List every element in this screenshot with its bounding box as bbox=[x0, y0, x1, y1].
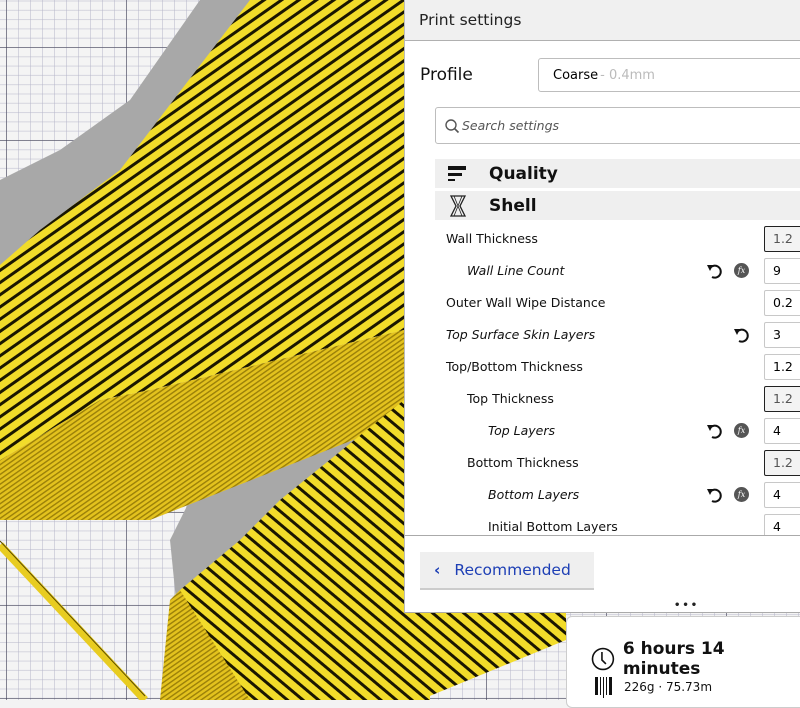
reset-icon[interactable] bbox=[706, 262, 724, 280]
function-icon[interactable]: fx bbox=[734, 487, 749, 502]
setting-value-input[interactable]: 1.2 bbox=[764, 226, 800, 252]
profile-row: Profile Coarse - 0.4mm bbox=[405, 56, 800, 96]
chevron-left-icon: ‹ bbox=[434, 561, 441, 579]
category-label: Shell bbox=[489, 195, 537, 216]
setting-row: Top Thickness 1.2 bbox=[405, 383, 800, 415]
print-summary[interactable]: 6 hours 14 minutes 226g · 75.73m bbox=[566, 616, 800, 708]
setting-label: Wall Line Count bbox=[467, 263, 565, 278]
profile-select[interactable]: Coarse - 0.4mm bbox=[538, 58, 800, 92]
spool-icon bbox=[595, 677, 612, 698]
profile-sub: - 0.4mm bbox=[600, 67, 655, 83]
clock-icon bbox=[591, 647, 615, 671]
setting-label: Bottom Thickness bbox=[467, 455, 579, 470]
profile-value: Coarse bbox=[553, 67, 599, 83]
setting-row: Top Surface Skin Layers 3 bbox=[405, 319, 800, 351]
setting-row: Bottom Layers fx 4 bbox=[405, 479, 800, 511]
setting-value-input[interactable]: 1.2 bbox=[764, 450, 800, 476]
setting-label: Top/Bottom Thickness bbox=[446, 359, 583, 374]
recommended-label: Recommended bbox=[454, 561, 571, 579]
recommended-button[interactable]: ‹ Recommended bbox=[420, 552, 594, 590]
setting-value-input[interactable]: 9 bbox=[764, 258, 800, 284]
category-shell[interactable]: Shell bbox=[435, 191, 800, 220]
setting-value-input[interactable]: 4 bbox=[764, 482, 800, 508]
shell-icon bbox=[447, 194, 469, 217]
setting-row: Initial Bottom Layers 4 bbox=[405, 511, 800, 535]
setting-value-input[interactable]: 1.2 bbox=[764, 354, 800, 380]
setting-label: Top Surface Skin Layers bbox=[446, 327, 596, 342]
setting-row: Top Layers fx 4 bbox=[405, 415, 800, 447]
panel-header[interactable]: Print settings bbox=[405, 0, 800, 41]
function-icon[interactable]: fx bbox=[734, 263, 749, 278]
setting-row: Wall Line Count fx 9 bbox=[405, 255, 800, 287]
reset-icon[interactable] bbox=[706, 422, 724, 440]
setting-label: Bottom Layers bbox=[488, 487, 580, 502]
setting-label: Initial Bottom Layers bbox=[488, 519, 618, 534]
setting-label: Wall Thickness bbox=[446, 231, 538, 246]
category-quality[interactable]: Quality bbox=[435, 159, 800, 188]
material-text: 226g · 75.73m bbox=[624, 680, 713, 694]
setting-row: Wall Thickness 1.2 bbox=[405, 223, 800, 255]
reset-icon[interactable] bbox=[733, 326, 751, 344]
setting-value-input[interactable]: 3 bbox=[764, 322, 800, 348]
filament-line bbox=[0, 542, 148, 700]
setting-value-input[interactable]: 4 bbox=[764, 418, 800, 444]
print-time-text: 6 hours 14 minutes bbox=[622, 639, 725, 679]
search-icon bbox=[445, 118, 460, 133]
material-usage: 226g · 75.73m bbox=[594, 676, 712, 698]
setting-label: Top Layers bbox=[488, 423, 556, 438]
quality-icon bbox=[447, 163, 469, 185]
setting-value-input[interactable]: 4 bbox=[764, 514, 800, 535]
setting-row: Bottom Thickness 1.2 bbox=[405, 447, 800, 479]
panel-resize-handle[interactable]: ••• bbox=[674, 601, 699, 611]
category-label: Quality bbox=[489, 163, 558, 184]
setting-value-input[interactable]: 0.2 bbox=[764, 290, 800, 316]
profile-label: Profile bbox=[420, 65, 473, 85]
reset-icon[interactable] bbox=[706, 486, 724, 504]
setting-row: Top/Bottom Thickness 1.2 bbox=[405, 351, 800, 383]
search-input[interactable]: Search settings bbox=[435, 107, 800, 144]
function-icon[interactable]: fx bbox=[734, 423, 749, 438]
setting-value-input[interactable]: 1.2 bbox=[764, 386, 800, 412]
panel-title: Print settings bbox=[419, 11, 522, 29]
search-placeholder: Search settings bbox=[462, 118, 560, 133]
setting-row: Outer Wall Wipe Distance 0.2 bbox=[405, 287, 800, 319]
print-settings-panel: Print settings Profile Coarse - 0.4mm Se… bbox=[404, 0, 800, 613]
print-time: 6 hours 14 minutes bbox=[591, 639, 800, 679]
setting-label: Top Thickness bbox=[467, 391, 554, 406]
model-top bbox=[404, 612, 566, 700]
setting-label: Outer Wall Wipe Distance bbox=[446, 295, 606, 310]
settings-list[interactable]: Wall Thickness 1.2 Wall Line Count fx 9 Outer… bbox=[405, 223, 800, 536]
